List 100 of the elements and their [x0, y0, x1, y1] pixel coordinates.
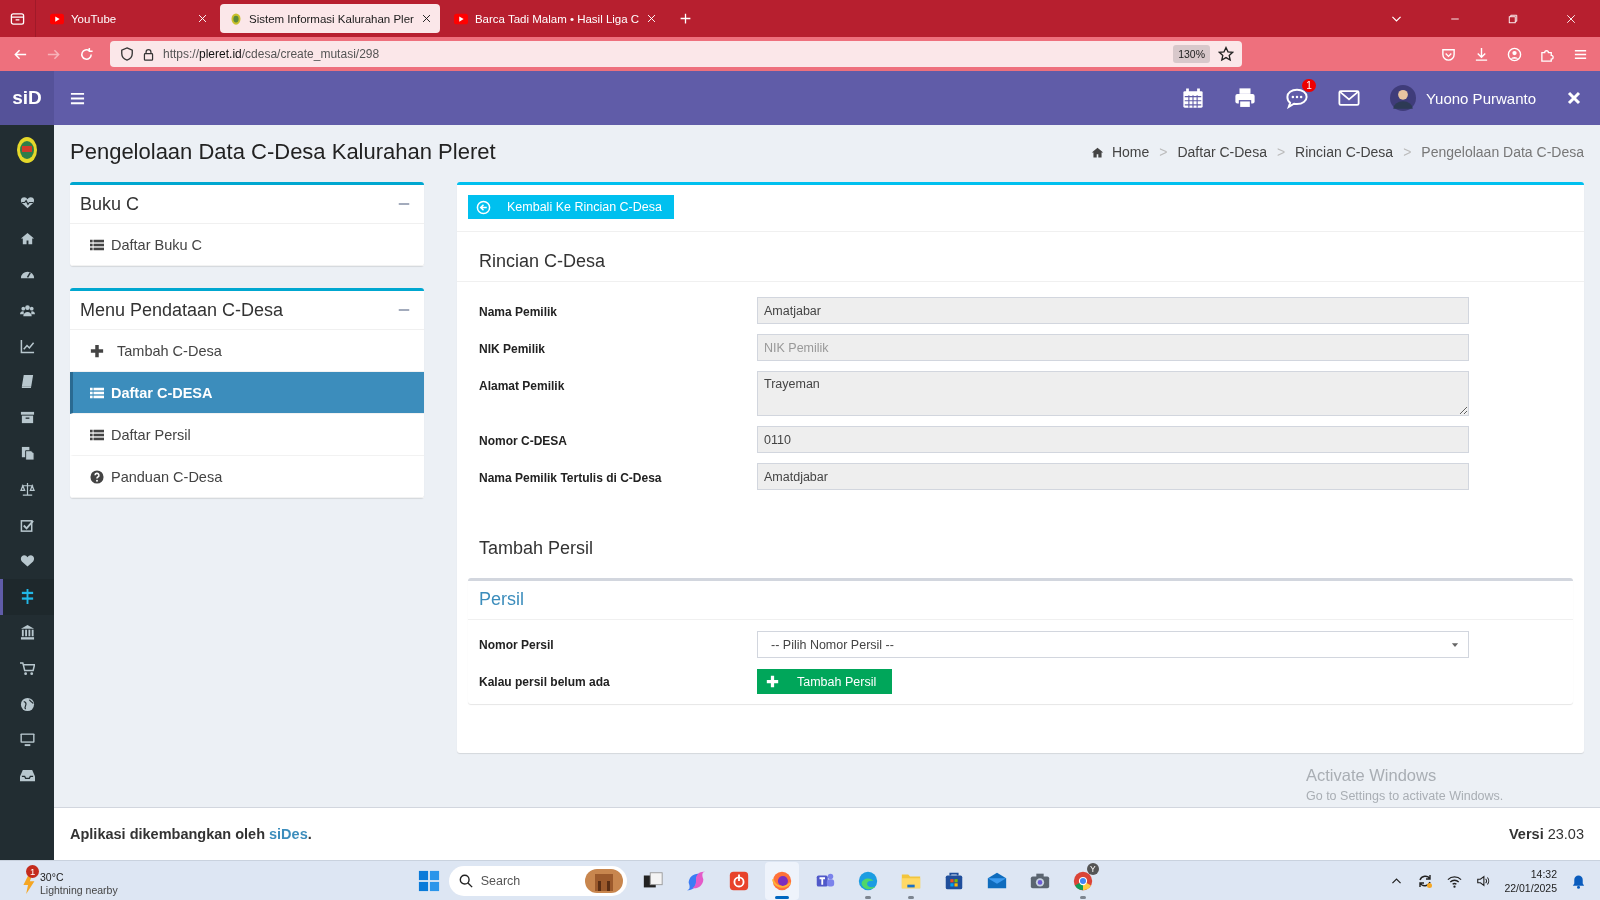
video-icon [50, 11, 64, 26]
weather-text: Lightning nearby [40, 884, 118, 897]
field-label: NIK Pemilik [479, 341, 547, 356]
clock[interactable]: 14:32 22/01/2025 [1504, 867, 1557, 895]
breadcrumb-separator: > [1276, 144, 1286, 160]
field-label: Alamat Pemilik [479, 378, 566, 393]
emblem-icon [230, 11, 242, 26]
panel-title: Menu Pendataan C-Desa [80, 299, 284, 321]
users-icon [19, 302, 35, 318]
question-icon [90, 469, 104, 484]
user-menu[interactable]: Yuono Purwanto [1389, 85, 1536, 111]
address-bar[interactable]: https://pleret.id/cdesa/create_mutasi/298 130% [110, 41, 1242, 67]
speaker-icon[interactable] [1476, 874, 1491, 888]
monitor-icon [19, 732, 35, 748]
taskbar-app[interactable] [764, 862, 799, 900]
breadcrumb-separator: > [1403, 144, 1412, 160]
page-title: Pengelolaan Data C-Desa Kalurahan Pleret [70, 139, 496, 165]
bell-icon[interactable] [1571, 873, 1586, 889]
archive-icon [19, 410, 35, 426]
close-icon[interactable] [197, 13, 208, 24]
printer-icon[interactable] [1233, 87, 1256, 109]
restore-icon[interactable] [1507, 12, 1519, 25]
account-icon[interactable] [1507, 46, 1522, 62]
breadcrumb-separator: > [1159, 144, 1168, 160]
star-icon[interactable] [1218, 46, 1234, 62]
breadcrumb-link[interactable]: Rincian C-Desa [1295, 144, 1394, 160]
plus-icon[interactable] [679, 12, 693, 25]
browser-icon [1071, 870, 1094, 892]
menu-item[interactable]: Panduan C-Desa [70, 456, 424, 498]
section-title: Tambah Persil [478, 537, 595, 560]
home-icon [1090, 145, 1104, 159]
list-icon [90, 385, 104, 400]
close-icon[interactable] [420, 13, 432, 24]
search-field[interactable]: Search [448, 866, 627, 896]
signpost-icon [19, 589, 35, 605]
pocket-icon[interactable] [1441, 46, 1456, 62]
download-icon[interactable] [1474, 46, 1489, 62]
input-field[interactable]: Amatjabar [757, 297, 1469, 324]
calendar-icon[interactable] [1181, 87, 1204, 109]
landmark-picture-icon [584, 869, 623, 893]
checkbox-icon [19, 517, 35, 533]
start-icon[interactable] [417, 870, 440, 892]
section-title: Rincian C-Desa [478, 250, 607, 273]
heart-icon [19, 553, 35, 569]
card-title: Persil [468, 581, 1573, 620]
inbox-icon [19, 768, 35, 784]
panel-title: Buku C [80, 193, 140, 215]
wifi-icon[interactable] [1447, 873, 1463, 889]
activation-text: Go to Settings to activate Windows. [1306, 789, 1504, 803]
notification-badge: 1 [1302, 79, 1316, 92]
field-label: Nama Pemilik Tertulis di C-Desa [479, 470, 663, 485]
envelope-icon[interactable] [1337, 87, 1360, 109]
text-area[interactable]: Trayeman [757, 371, 1469, 416]
browser-tab[interactable]: Barca Tadi Malam • Hasil Liga C [443, 4, 666, 33]
list-icon [90, 237, 104, 252]
chat-icon[interactable] [1285, 87, 1308, 109]
sidebar-item[interactable] [0, 578, 54, 615]
input-field[interactable]: 0110 [757, 426, 1469, 453]
circle-arrow-left-icon [476, 199, 491, 215]
menu-item[interactable]: Daftar Buku C [70, 224, 424, 266]
running-indicator [1079, 896, 1086, 899]
video-icon [453, 11, 468, 26]
browser-icon [856, 870, 879, 892]
input-field[interactable]: NIK Pemilik [757, 334, 1469, 361]
menu-item[interactable]: Daftar Persil [70, 414, 424, 456]
breadcrumb-current: Pengelolaan Data C-Desa [1421, 144, 1584, 160]
reload-icon[interactable] [79, 46, 94, 62]
emblem-icon [15, 135, 39, 165]
field-label: Nomor C-DESA [479, 433, 568, 448]
plus-icon [90, 343, 104, 358]
running-indicator [774, 896, 789, 899]
zoom-level[interactable]: 130% [1173, 45, 1210, 63]
clock-date: 22/01/2025 [1504, 881, 1557, 895]
brand-logo[interactable]: siD [0, 71, 54, 125]
breadcrumb-link[interactable]: Daftar C-Desa [1177, 144, 1267, 160]
select-field[interactable]: -- Pilih Nomor Persil -- [757, 631, 1469, 658]
field-label: Nomor Persil [479, 637, 555, 652]
weather-temperature: 30°C [40, 871, 65, 884]
browser-tab[interactable]: YouTube [40, 4, 216, 33]
footer-link[interactable]: siDes [269, 826, 308, 842]
browser-tab[interactable]: Sistem Informasi Kalurahan Pler [220, 4, 440, 33]
files-icon [19, 445, 35, 461]
close-icon[interactable] [646, 13, 658, 24]
tab-list-icon[interactable] [10, 11, 25, 26]
weather-widget[interactable]: 1 30°C Lightning nearby [20, 865, 118, 897]
version-text: Versi 23.03 [1509, 826, 1584, 842]
close-icon[interactable] [1566, 90, 1582, 106]
menu-item[interactable]: Daftar C-DESA [70, 372, 424, 414]
input-field[interactable]: Amatdjabar [757, 463, 1469, 490]
sync-icon[interactable] [1417, 873, 1434, 889]
scale-icon [19, 481, 35, 497]
heartbeat-icon [19, 195, 35, 211]
plus-icon [766, 675, 779, 688]
field-label: Kalau persil belum ada [479, 674, 611, 689]
menu-icon[interactable] [70, 90, 85, 106]
breadcrumb-link[interactable]: Home [1090, 144, 1150, 160]
home-icon [19, 231, 35, 247]
book-icon [19, 374, 35, 390]
line-chart-icon [19, 338, 35, 354]
taskbar-app[interactable]: Y [1065, 862, 1100, 900]
